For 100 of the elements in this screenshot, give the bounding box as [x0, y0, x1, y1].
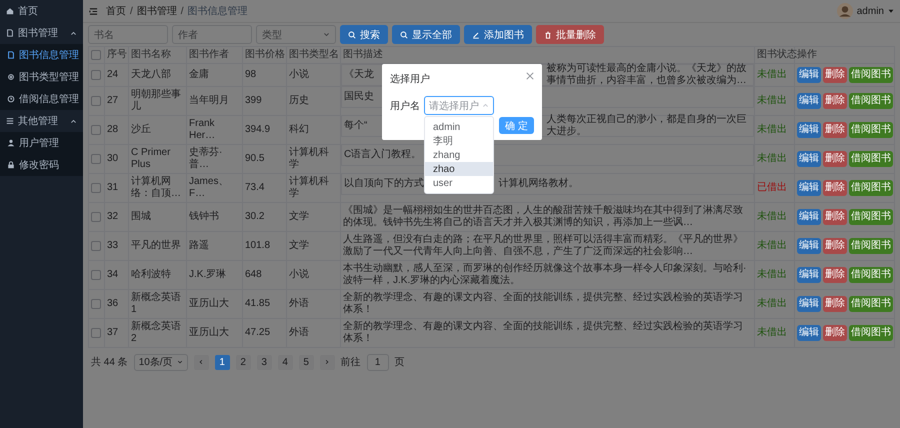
user-name[interactable]: admin — [856, 6, 884, 16]
edit-button[interactable]: 编辑 — [797, 238, 821, 254]
pencil-icon — [472, 30, 480, 38]
delete-button[interactable]: 删除 — [823, 208, 847, 224]
delete-button[interactable]: 删除 — [823, 122, 847, 138]
delete-button[interactable]: 删除 — [823, 324, 847, 340]
table-cell: 27 — [104, 86, 128, 115]
checkbox[interactable] — [91, 70, 101, 80]
table-cell: 平凡的世界 — [128, 231, 186, 260]
borrow-button[interactable]: 借阅图书 — [849, 266, 893, 282]
menu-item[interactable]: 图书信息管理 — [0, 44, 83, 66]
borrow-button[interactable]: 借阅图书 — [849, 180, 893, 196]
breadcrumb-separator: / — [180, 6, 184, 16]
table-cell: 37 — [104, 318, 128, 347]
dropdown-option[interactable]: user — [425, 176, 493, 190]
page-size-select[interactable]: 10条/页 — [134, 354, 188, 370]
edit-button[interactable]: 编辑 — [797, 266, 821, 282]
menu-item[interactable]: 借阅信息管理 — [0, 88, 83, 110]
menu-item[interactable]: 用户管理 — [0, 132, 83, 154]
borrow-button[interactable]: 借阅图书 — [849, 324, 893, 340]
menu-item[interactable]: 图书管理 — [0, 22, 83, 44]
edit-button[interactable]: 编辑 — [797, 66, 821, 83]
page-button[interactable]: 3 — [256, 354, 272, 370]
document-icon — [6, 29, 14, 37]
home-icon — [6, 7, 14, 15]
table-cell: 36 — [104, 289, 128, 318]
checkbox[interactable] — [91, 240, 101, 250]
user-select[interactable]: 请选择用户 — [424, 96, 494, 115]
toolbar-button[interactable]: 搜索 — [340, 25, 388, 44]
menu-item[interactable]: 首页 — [0, 0, 83, 22]
delete-button[interactable]: 删除 — [823, 180, 847, 196]
dropdown-option[interactable]: 李明 — [425, 134, 493, 148]
menu-item[interactable]: 图书类型管理 — [0, 66, 83, 88]
page-button[interactable]: 4 — [278, 354, 293, 370]
checkbox[interactable] — [91, 124, 101, 134]
delete-button[interactable]: 删除 — [823, 266, 847, 282]
delete-button[interactable]: 删除 — [823, 238, 847, 254]
dropdown-option[interactable]: zhao — [425, 162, 493, 176]
delete-button[interactable]: 删除 — [823, 296, 847, 312]
description-text: C语言入门教程。 — [344, 149, 422, 161]
page-input[interactable]: 1 — [366, 354, 389, 370]
table-cell: 金庸 — [186, 64, 242, 86]
borrow-button[interactable]: 借阅图书 — [849, 66, 893, 83]
dropdown-option[interactable]: admin — [425, 120, 493, 134]
type-select[interactable]: 类型 — [256, 25, 336, 44]
checkbox[interactable] — [91, 212, 101, 222]
edit-button[interactable]: 编辑 — [797, 92, 821, 108]
status-text: 未借出 — [754, 115, 794, 144]
checkbox[interactable] — [91, 96, 101, 106]
toolbar-button[interactable]: 显示全部 — [392, 25, 460, 44]
edit-button[interactable]: 编辑 — [797, 150, 821, 166]
page-button[interactable]: 1 — [214, 354, 230, 370]
edit-button[interactable]: 编辑 — [797, 122, 821, 138]
checkbox[interactable] — [91, 182, 101, 192]
page-button[interactable]: 5 — [298, 354, 314, 370]
dropdown-option[interactable]: zhang — [425, 148, 493, 162]
checkbox[interactable] — [91, 154, 101, 164]
table-cell: 24 — [104, 64, 128, 86]
chevron-up-icon — [482, 102, 489, 109]
delete-button[interactable]: 删除 — [823, 92, 847, 108]
edit-button[interactable]: 编辑 — [797, 324, 821, 340]
description-text: 《围城》是一幅栩栩如生的世井百态图，人生的酸甜苦辣千般滋味均在其中得到了淋漓尽致的体现。钱钟书先生将自己的语言天才并入极其渊博的知识，再添加上一些讽… — [343, 204, 743, 228]
borrow-button[interactable]: 借阅图书 — [849, 92, 893, 108]
toolbar-button[interactable]: 批量删除 — [536, 25, 604, 44]
close-icon[interactable] — [526, 72, 534, 80]
borrow-button[interactable]: 借阅图书 — [849, 150, 893, 166]
breadcrumb-link[interactable]: 首页 — [106, 4, 126, 18]
toolbar-button[interactable]: 添加图书 — [464, 25, 532, 44]
table-cell: 沙丘 — [128, 115, 186, 144]
menu-item[interactable]: 其他管理 — [0, 110, 83, 132]
delete-button[interactable]: 删除 — [823, 66, 847, 83]
input-field[interactable]: 作者 — [172, 25, 252, 44]
prev-page-button[interactable] — [194, 354, 209, 370]
column-header: 图书价格 — [242, 46, 286, 64]
borrow-button[interactable]: 借阅图书 — [849, 208, 893, 224]
description-text: 人类每次正视自己的渺小，都是自身的一次巨大进步。 — [546, 114, 748, 138]
table-cell: 历史 — [286, 86, 340, 115]
input-field[interactable]: 书名 — [88, 25, 168, 44]
borrow-button[interactable]: 借阅图书 — [849, 296, 893, 312]
column-header: 图书状态 — [754, 46, 794, 64]
borrow-button[interactable]: 借阅图书 — [849, 238, 893, 254]
table-cell: 399 — [242, 86, 286, 115]
description-text: 被称为可读性最高的金庸小说。《天龙》的故事情节曲折，内容丰富，也曾多次被改编为… — [546, 63, 748, 87]
checkbox[interactable] — [91, 298, 101, 308]
edit-button[interactable]: 编辑 — [797, 296, 821, 312]
delete-button[interactable]: 删除 — [823, 150, 847, 166]
page-button[interactable]: 2 — [236, 354, 251, 370]
checkbox[interactable] — [91, 50, 101, 60]
edit-button[interactable]: 编辑 — [797, 208, 821, 224]
menu-item[interactable]: 修改密码 — [0, 154, 83, 176]
breadcrumb-link[interactable]: 图书管理 — [136, 4, 177, 18]
next-page-button[interactable] — [320, 354, 335, 370]
checkbox[interactable] — [91, 270, 101, 280]
borrow-button[interactable]: 借阅图书 — [849, 122, 893, 138]
avatar-icon — [836, 3, 853, 19]
checkbox[interactable] — [91, 328, 101, 338]
menu-icon[interactable] — [89, 6, 98, 16]
table-cell: James、F… — [186, 173, 242, 202]
trash-icon — [544, 30, 552, 38]
edit-button[interactable]: 编辑 — [797, 180, 821, 196]
